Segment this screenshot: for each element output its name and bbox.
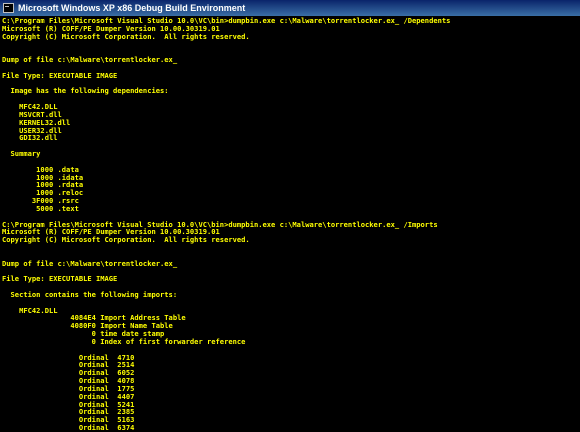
console-line: Dump of file c:\Malware\torrentlocker.ex…: [2, 258, 178, 268]
title-bar[interactable]: Microsoft Windows XP x86 Debug Build Env…: [0, 0, 580, 16]
console-line: Copyright (C) Microsoft Corporation. All…: [2, 31, 250, 41]
console-line: File Type: EXECUTABLE IMAGE: [2, 70, 118, 80]
console-line: 1000 .idata: [2, 172, 84, 182]
console-line: Section contains the following imports:: [2, 289, 178, 299]
console-line: Summary: [2, 149, 41, 159]
console-output[interactable]: C:\Program Files\Microsoft Visual Studio…: [0, 16, 580, 432]
console-line: Dump of file c:\Malware\torrentlocker.ex…: [2, 55, 178, 65]
console-line: MFC42.DLL: [2, 102, 58, 112]
console-line: 1000 .data: [2, 164, 79, 174]
console-line: KERNEL32.dll: [2, 117, 71, 127]
console-line: Copyright (C) Microsoft Corporation. All…: [2, 235, 250, 245]
console-line: GDI32.dll: [2, 133, 58, 143]
console-line: USER32.dll: [2, 125, 62, 135]
console-line: MSVCRT.dll: [2, 109, 62, 119]
console-window: Microsoft Windows XP x86 Debug Build Env…: [0, 0, 580, 432]
console-line: 3F000 .rsrc: [2, 196, 79, 206]
console-line: 1000 .reloc: [2, 188, 84, 198]
console-line: 0 Index of first forwarder reference: [2, 336, 246, 346]
console-icon[interactable]: [3, 3, 14, 13]
window-title: Microsoft Windows XP x86 Debug Build Env…: [18, 3, 246, 13]
console-line: 5000 .text: [2, 203, 79, 213]
console-line: Image has the following dependencies:: [2, 86, 169, 96]
console-line: File Type: EXECUTABLE IMAGE: [2, 274, 118, 284]
console-line: 1000 .rdata: [2, 180, 84, 190]
